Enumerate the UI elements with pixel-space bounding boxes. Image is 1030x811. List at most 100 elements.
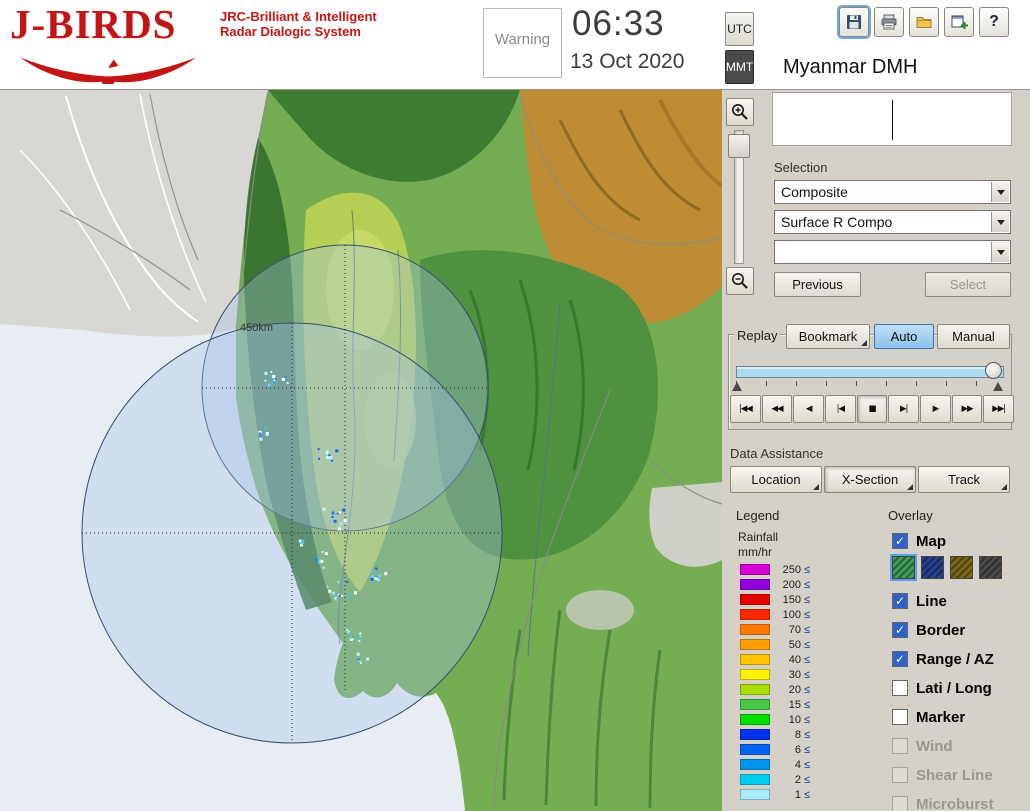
playback-controls: |◀◀ ◀◀ ◀ |◀ ■ ▶| ▶ ▶▶ ▶▶|	[730, 395, 1015, 423]
legend-row: 8 ≤	[740, 727, 850, 742]
lte-symbol: ≤	[804, 563, 811, 576]
overlay-label: Range / AZ	[916, 650, 994, 668]
product-combo[interactable]: Surface R Compo	[774, 210, 1011, 234]
legend-row: 15 ≤	[740, 697, 850, 712]
combo-value: Composite	[781, 184, 848, 200]
mmt-button[interactable]: MMT	[725, 50, 754, 84]
map-style-swatch[interactable]	[950, 556, 973, 579]
overlay-label: Map	[916, 532, 946, 550]
zoom-in-button[interactable]	[726, 98, 754, 126]
combo-dropdown-button[interactable]	[991, 182, 1009, 202]
save-button[interactable]	[839, 7, 869, 37]
legend-color-swatch	[740, 639, 770, 650]
legend-row: 4 ≤	[740, 757, 850, 772]
overlay-item-lati-long[interactable]: Lati / Long	[892, 679, 1026, 697]
map-style-swatch[interactable]	[921, 556, 944, 579]
fast-forward-button[interactable]: ▶▶	[951, 395, 983, 423]
overlay-item-line[interactable]: ✓ Line	[892, 592, 1026, 610]
checkbox[interactable]	[892, 680, 908, 696]
sub-product-combo[interactable]	[774, 240, 1011, 264]
lte-symbol: ≤	[804, 773, 811, 786]
overlay-item-map[interactable]: ✓ Map	[892, 532, 1026, 550]
station-input[interactable]	[772, 92, 1012, 146]
warning-panel[interactable]: Warning	[483, 8, 562, 78]
legend-value: 150	[782, 593, 801, 606]
text-caret	[892, 100, 893, 140]
replay-title: Replay	[734, 328, 781, 343]
track-button[interactable]: Track	[918, 466, 1010, 493]
x-section-button[interactable]: X-Section	[824, 466, 916, 493]
overlay-item-border[interactable]: ✓ Border	[892, 621, 1026, 639]
lte-symbol: ≤	[804, 638, 811, 651]
map-style-swatch[interactable]	[890, 554, 917, 581]
previous-button[interactable]: Previous	[774, 272, 861, 297]
add-image-icon	[951, 15, 968, 29]
checkbox	[892, 796, 908, 811]
stop-button[interactable]: ■	[856, 395, 888, 423]
combo-dropdown-button[interactable]	[991, 212, 1009, 232]
legend-color-swatch	[740, 654, 770, 665]
bookmark-button[interactable]: Bookmark	[786, 324, 870, 349]
legend-row: 200 ≤	[740, 577, 850, 592]
location-button[interactable]: Location	[730, 466, 822, 493]
checkbox[interactable]: ✓	[892, 533, 908, 549]
legend-row: 50 ≤	[740, 637, 850, 652]
legend-color-swatch	[740, 789, 770, 800]
legend-value: 70	[788, 623, 801, 636]
logo-tagline: JRC-Brilliant & Intelligent Radar Dialog…	[220, 9, 377, 39]
overlay-label: Microburst	[916, 795, 994, 811]
legend-color-swatch	[740, 564, 770, 575]
overlay-item-marker[interactable]: Marker	[892, 708, 1026, 726]
help-button[interactable]: ?	[979, 7, 1009, 37]
step-forward-button[interactable]: ▶|	[888, 395, 920, 423]
map-area[interactable]: 450km	[0, 90, 724, 811]
overlay-label: Border	[916, 621, 966, 639]
legend-value: 250	[782, 563, 801, 576]
legend-value: 1	[794, 788, 801, 801]
legend-row: 6 ≤	[740, 742, 850, 757]
checkbox[interactable]: ✓	[892, 622, 908, 638]
overlay-label: Line	[916, 592, 947, 610]
product-type-combo[interactable]: Composite	[774, 180, 1011, 204]
legend-row: 150 ≤	[740, 592, 850, 607]
legend-color-swatch	[740, 729, 770, 740]
skip-to-end-button[interactable]: ▶▶|	[983, 395, 1015, 423]
radar-map[interactable]: 450km	[0, 90, 724, 811]
overlay-item-range-az[interactable]: ✓ Range / AZ	[892, 650, 1026, 668]
combo-value: Surface R Compo	[781, 214, 893, 230]
play-reverse-button[interactable]: ◀	[793, 395, 825, 423]
select-button[interactable]: Select	[925, 272, 1011, 297]
skip-to-start-button[interactable]: |◀◀	[730, 395, 761, 423]
zoom-out-button[interactable]	[726, 267, 754, 295]
lte-symbol: ≤	[804, 683, 811, 696]
legend-rows: 250 ≤200 ≤150 ≤100 ≤70 ≤50 ≤40 ≤30 ≤20 ≤15 ≤10 ≤8 ≤6…	[740, 562, 850, 802]
checkbox[interactable]: ✓	[892, 593, 908, 609]
print-button[interactable]	[874, 7, 904, 37]
lte-symbol: ≤	[804, 578, 811, 591]
legend-value: 100	[782, 608, 801, 621]
zoom-slider-thumb[interactable]	[728, 134, 750, 158]
legend-value: 50	[788, 638, 801, 651]
lte-symbol: ≤	[804, 623, 811, 636]
range-ring-label: 450km	[240, 322, 273, 334]
legend-value: 200	[782, 578, 801, 591]
open-folder-button[interactable]	[909, 7, 939, 37]
map-style-swatch[interactable]	[979, 556, 1002, 579]
replay-timeline-track[interactable]	[736, 366, 1004, 378]
checkbox[interactable]: ✓	[892, 651, 908, 667]
manual-mode-button[interactable]: Manual	[937, 324, 1010, 349]
legend-quantity: Rainfall	[738, 530, 779, 544]
play-button[interactable]: ▶	[920, 395, 951, 423]
replay-timeline-handle[interactable]	[985, 362, 1002, 379]
fast-rewind-button[interactable]: ◀◀	[761, 395, 793, 423]
auto-mode-button[interactable]: Auto	[874, 324, 934, 349]
add-image-button[interactable]	[944, 7, 974, 37]
legend-row: 2 ≤	[740, 772, 850, 787]
checkbox[interactable]	[892, 709, 908, 725]
combo-dropdown-button[interactable]	[991, 242, 1009, 262]
step-back-button[interactable]: |◀	[825, 395, 856, 423]
data-assistance-title: Data Assistance	[730, 446, 824, 461]
utc-button[interactable]: UTC	[725, 12, 754, 46]
legend-value: 4	[794, 758, 801, 771]
legend-color-swatch	[740, 609, 770, 620]
